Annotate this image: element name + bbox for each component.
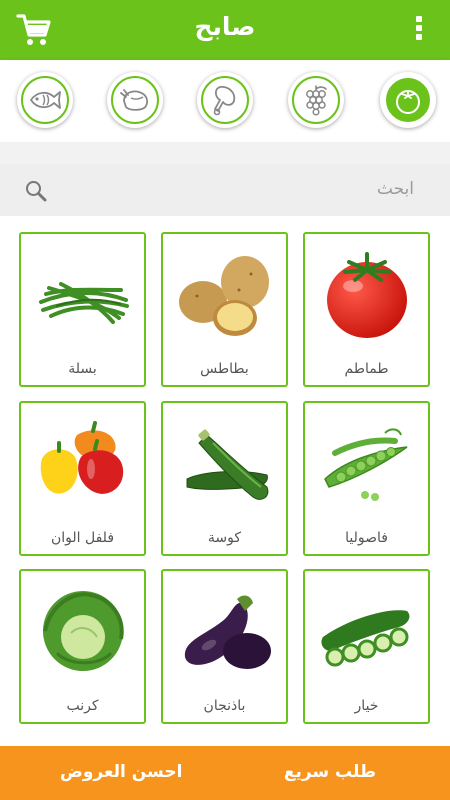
search-icon[interactable] (24, 179, 48, 203)
fish-icon (30, 91, 61, 109)
product-label: طماطم (344, 361, 389, 377)
quick-order-button[interactable]: طلب سريع (284, 762, 376, 782)
cucumber-image (321, 610, 410, 667)
product-label: كوسة (207, 530, 242, 546)
product-card-green-beans[interactable]: بسلة (19, 232, 146, 387)
kebab-menu-icon[interactable] (414, 16, 424, 46)
product-card-cabbage[interactable]: كرنب (19, 569, 146, 724)
category-vegetables[interactable] (380, 72, 436, 128)
product-card-bell-peppers[interactable]: فلفل الوان (19, 401, 146, 556)
product-label: بطاطس (200, 361, 249, 377)
bell-peppers-image (40, 421, 124, 494)
eggplant-image (184, 595, 271, 669)
search-bar[interactable]: ابحث (0, 164, 450, 216)
cabbage-image (43, 591, 124, 671)
search-input[interactable]: ابحث (377, 179, 414, 199)
product-label: باذنجان (203, 698, 246, 714)
green-beans-image (39, 282, 129, 324)
category-fruits[interactable] (288, 72, 344, 128)
meat-icon (213, 86, 236, 116)
product-label: بسلة (68, 361, 97, 377)
product-card-tomato[interactable]: طماطم (303, 232, 430, 387)
product-card-cucumber[interactable]: خيار (303, 569, 430, 724)
product-card-eggplant[interactable]: باذنجان (161, 569, 288, 724)
category-meat[interactable] (197, 72, 253, 128)
product-grid: طماطم بطاطس بسلة فاصوليا كوسة فلفل الوان… (0, 216, 450, 746)
zucchini-image (186, 429, 269, 500)
potato-image (179, 256, 269, 336)
product-label: خيار (354, 698, 379, 714)
category-fish[interactable] (17, 72, 73, 128)
category-strip (0, 60, 450, 142)
divider (0, 142, 450, 164)
tomato-image (327, 252, 407, 338)
app-title: صابح (194, 12, 256, 41)
best-offers-button[interactable]: احسن العروض (60, 762, 182, 782)
product-card-zucchini[interactable]: كوسة (161, 401, 288, 556)
product-label: كرنب (66, 698, 99, 714)
product-label: فلفل الوان (50, 530, 115, 546)
product-card-potato[interactable]: بطاطس (161, 232, 288, 387)
category-chicken[interactable] (107, 72, 163, 128)
product-label: فاصوليا (345, 530, 388, 546)
bottom-action-bar: طلب سريع احسن العروض (0, 746, 450, 800)
peas-image (324, 428, 408, 501)
app-header: صابح (0, 0, 450, 60)
chicken-icon (120, 89, 149, 111)
grapes-icon (306, 85, 327, 116)
tomato-icon (396, 90, 420, 114)
product-card-peas[interactable]: فاصوليا (303, 401, 430, 556)
